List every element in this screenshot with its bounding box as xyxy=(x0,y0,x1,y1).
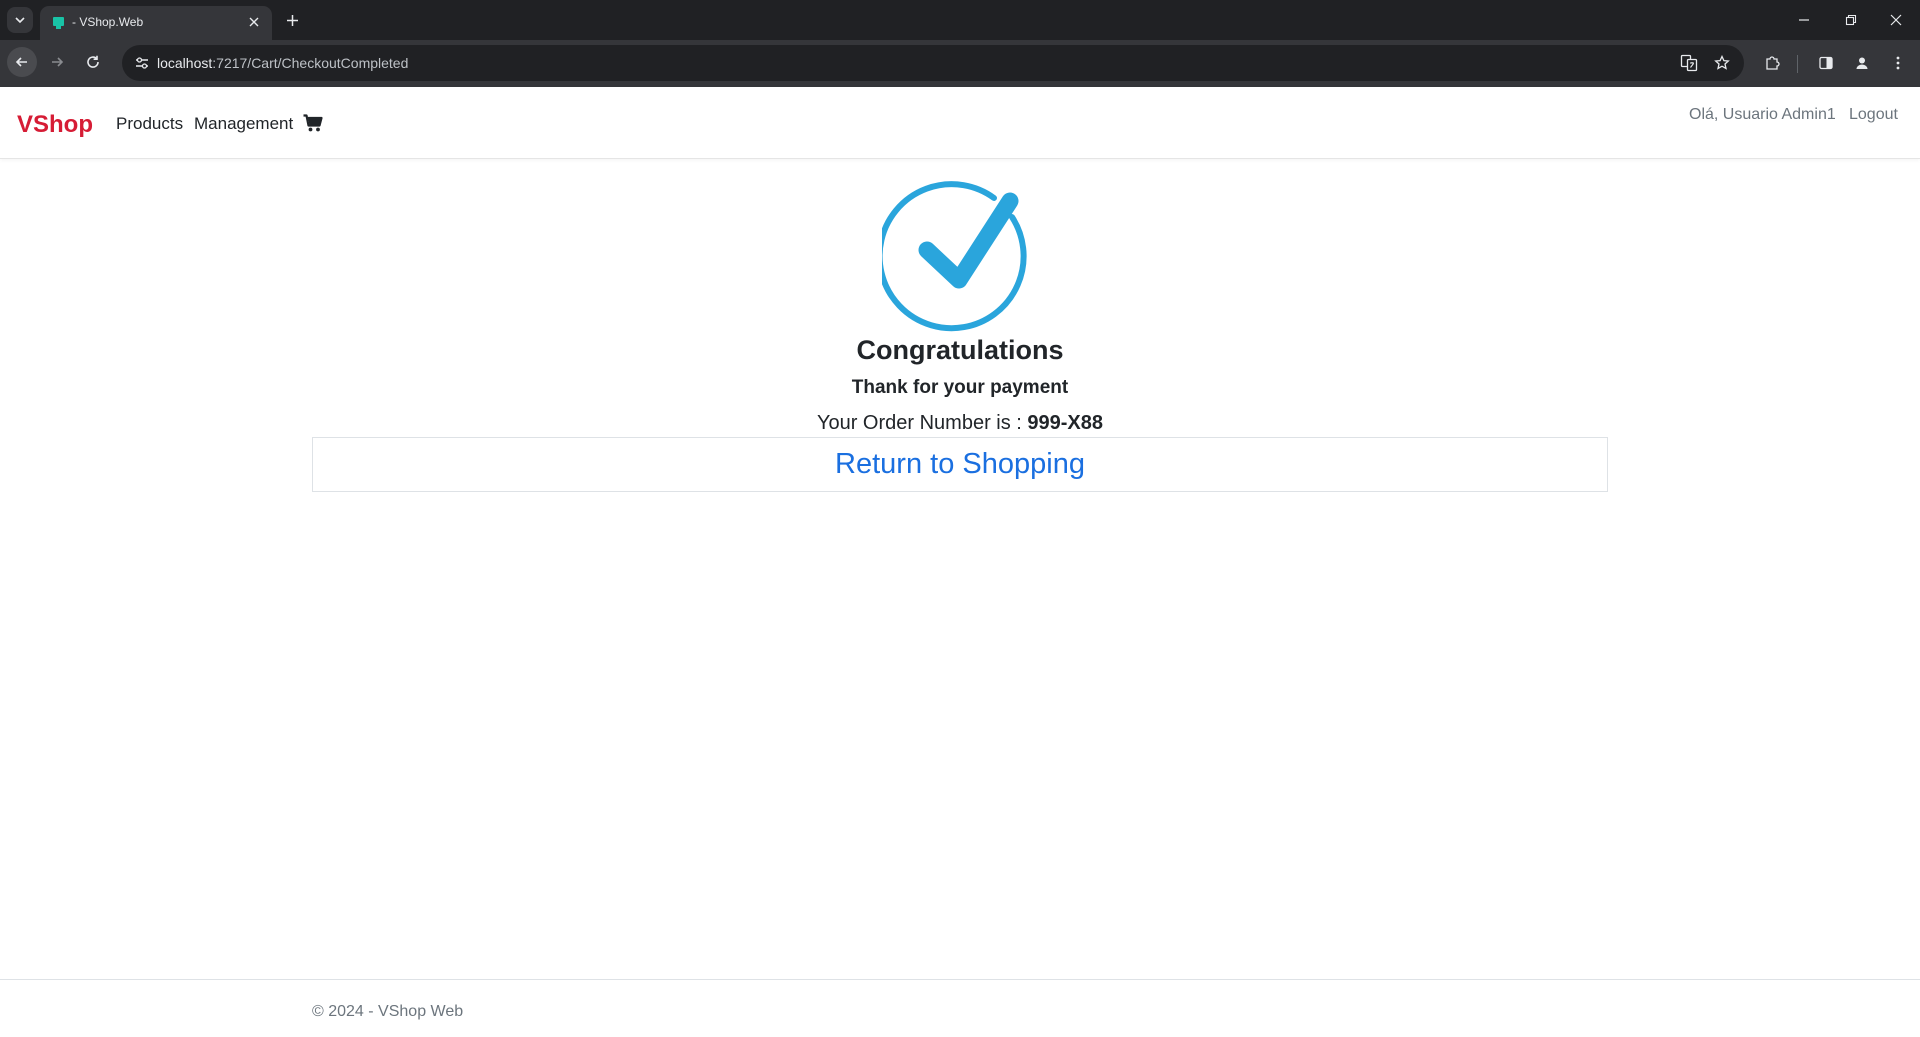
url-path: :7217/Cart/CheckoutCompleted xyxy=(212,55,409,71)
person-icon xyxy=(1856,57,1868,69)
user-greeting: Olá, Usuario Admin1 xyxy=(1689,106,1836,123)
tab-search-button[interactable] xyxy=(7,7,33,33)
site-favicon-icon xyxy=(53,17,64,29)
tab-close-button[interactable] xyxy=(245,13,263,31)
close-icon xyxy=(1890,14,1902,26)
star-icon xyxy=(1714,55,1730,70)
side-panel-button[interactable] xyxy=(1812,49,1840,77)
arrow-right-icon xyxy=(52,57,64,67)
extensions-button[interactable] xyxy=(1758,49,1786,77)
bookmark-button[interactable] xyxy=(1710,51,1734,75)
plus-icon xyxy=(286,14,298,26)
site-navbar: VShop Products Management Olá, Usuario A… xyxy=(0,87,1920,159)
puzzle-icon xyxy=(1766,56,1780,70)
tab-title: - VShop.Web xyxy=(72,15,144,29)
browser-toolbar: localhost:7217/Cart/CheckoutCompleted xyxy=(0,40,1920,87)
check-circle-icon xyxy=(882,181,1027,332)
close-window-button[interactable] xyxy=(1876,4,1916,36)
arrow-left-icon xyxy=(15,57,27,67)
restore-button[interactable] xyxy=(1831,4,1871,36)
shopping-cart-icon[interactable] xyxy=(303,113,323,133)
return-box: Return to Shopping xyxy=(312,437,1608,492)
browser-menu-button[interactable] xyxy=(1884,49,1912,77)
reload-button[interactable] xyxy=(78,47,108,77)
browser-tab[interactable]: - VShop.Web xyxy=(40,6,272,40)
url-host: localhost xyxy=(157,55,213,71)
order-number-line: Your Order Number is : 999-X88 xyxy=(0,412,1920,435)
back-button[interactable] xyxy=(7,47,37,77)
footer-divider xyxy=(0,979,1920,980)
tune-icon xyxy=(136,57,148,69)
footer-copyright: © 2024 - VShop Web xyxy=(312,1003,464,1020)
success-heading: Congratulations xyxy=(856,335,1064,365)
url-text: localhost:7217/Cart/CheckoutCompleted xyxy=(157,55,408,71)
minimize-button[interactable] xyxy=(1784,4,1824,36)
nav-link-management[interactable]: Management xyxy=(194,114,293,134)
logout-link[interactable]: Logout xyxy=(1849,106,1898,124)
more-vertical-icon xyxy=(1896,56,1900,70)
translate-icon xyxy=(1680,54,1698,72)
return-to-shopping-link[interactable]: Return to Shopping xyxy=(835,448,1085,481)
restore-icon xyxy=(1845,14,1857,26)
browser-tab-bar: - VShop.Web xyxy=(0,0,1920,40)
translate-button[interactable] xyxy=(1677,51,1701,75)
minimize-icon xyxy=(1799,19,1809,21)
new-tab-button[interactable] xyxy=(280,8,304,32)
payment-message: Thank for your payment xyxy=(851,377,1069,398)
order-number-label: Your Order Number is : xyxy=(816,412,1028,434)
close-icon xyxy=(249,17,259,27)
nav-link-products[interactable]: Products xyxy=(116,114,183,134)
chevron-down-icon xyxy=(15,17,25,24)
side-panel-icon xyxy=(1819,56,1833,70)
profile-button[interactable] xyxy=(1848,49,1876,77)
reload-icon xyxy=(87,55,99,68)
forward-button[interactable] xyxy=(42,47,72,77)
order-number-value: 999-X88 xyxy=(1027,412,1104,434)
page-content: VShop Products Management Olá, Usuario A… xyxy=(0,87,1920,1037)
toolbar-divider xyxy=(1797,55,1798,73)
address-bar[interactable]: localhost:7217/Cart/CheckoutCompleted xyxy=(122,45,1744,81)
site-info-button[interactable] xyxy=(130,51,154,75)
brand-logo[interactable]: VShop xyxy=(17,111,93,139)
